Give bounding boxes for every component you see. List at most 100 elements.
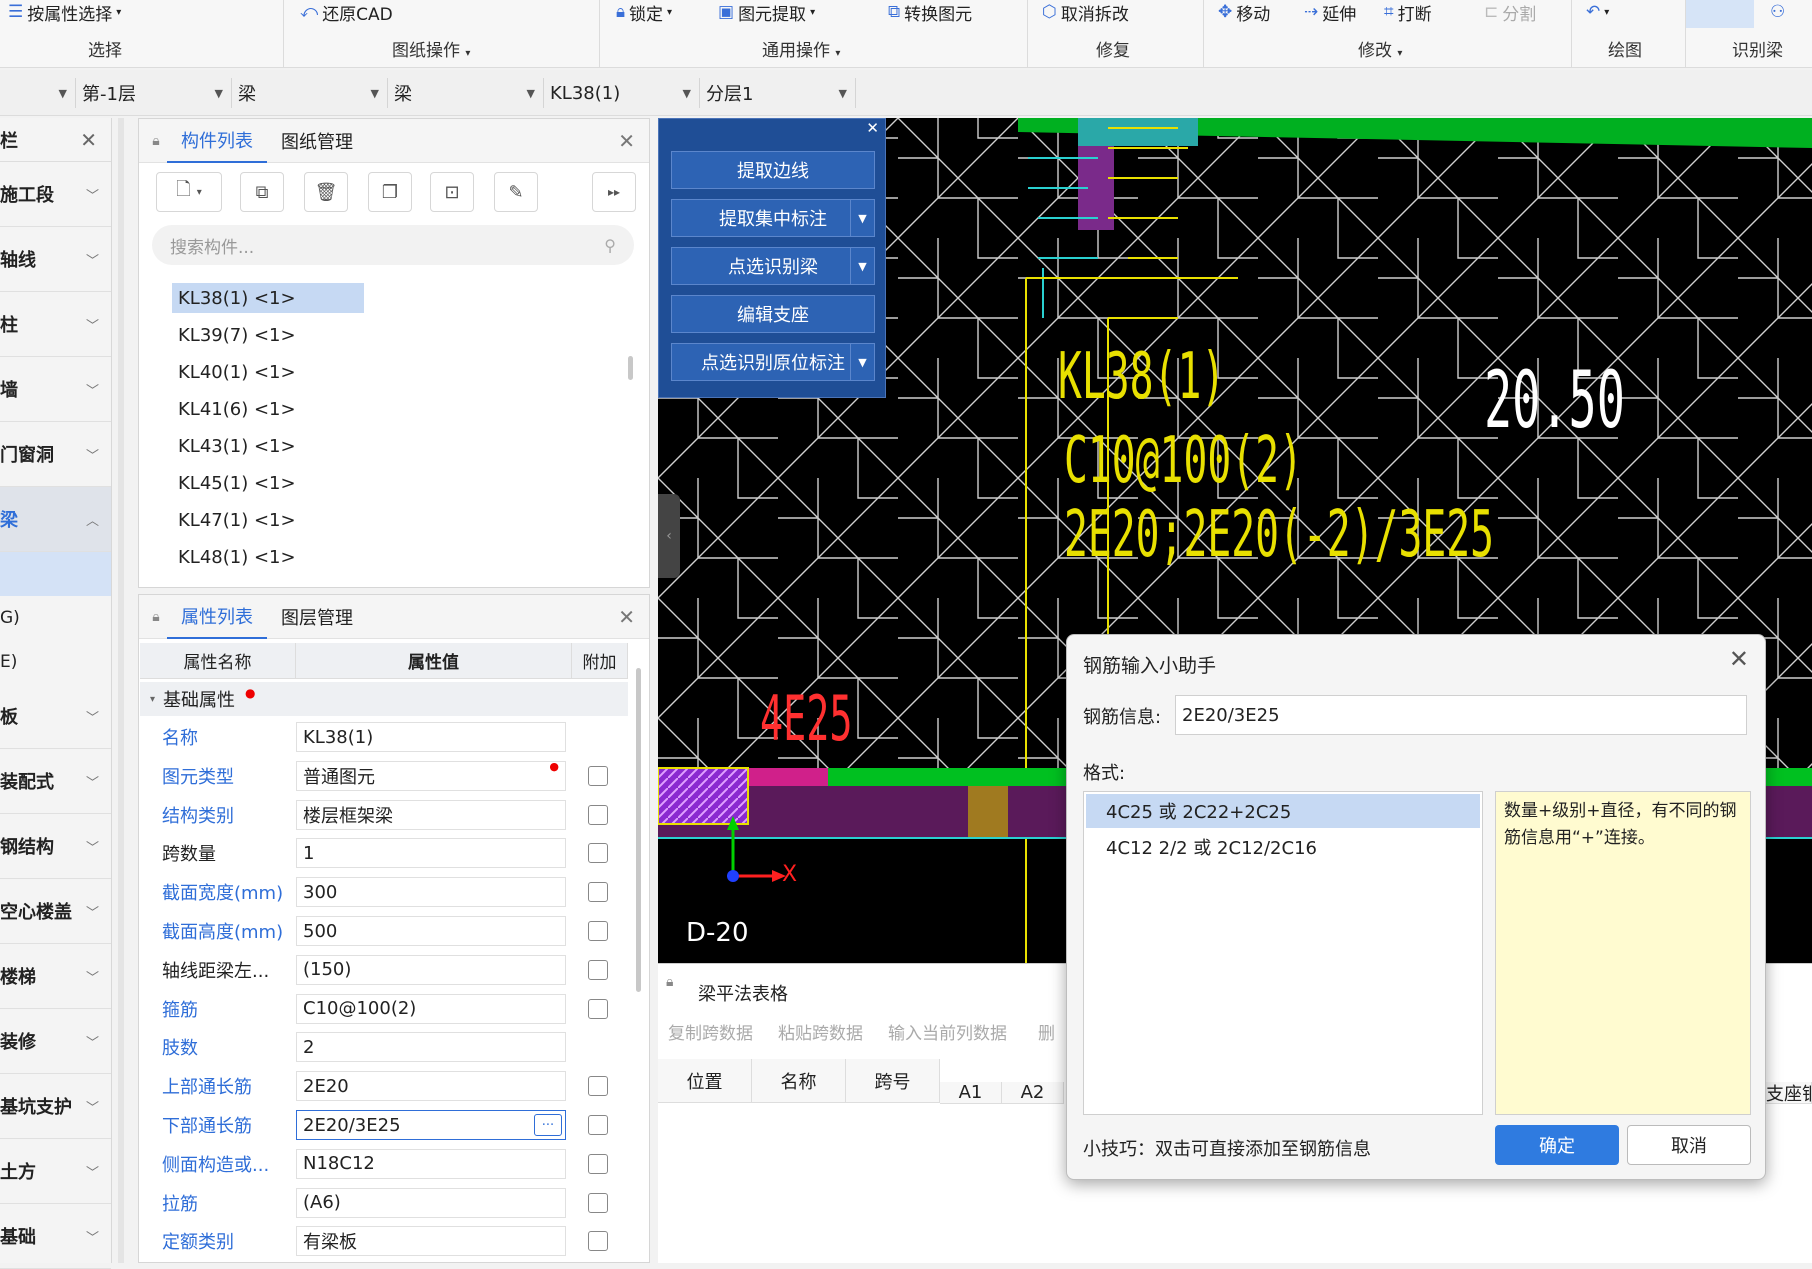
group-label-general[interactable]: 通用操作 ▾ (762, 36, 840, 61)
property-checkbox[interactable] (588, 921, 608, 941)
type-select[interactable]: 梁 ▼ (388, 78, 544, 108)
component-item[interactable]: KL43(1) <1> (172, 431, 364, 461)
more-tools-button[interactable]: ▸▸ (592, 172, 636, 212)
property-checkbox[interactable] (588, 882, 608, 903)
component-item[interactable]: KL40(1) <1> (172, 357, 364, 387)
property-checkbox[interactable] (588, 998, 608, 1019)
nav-scrollbar[interactable] (118, 118, 124, 1263)
split-button[interactable]: ⊏ 分割 (1484, 0, 1536, 25)
recognize-beam-button[interactable] (1686, 0, 1754, 28)
property-value[interactable]: 2E20/3E25 ··· (296, 1110, 566, 1140)
group-label-drawing[interactable]: 图纸操作 ▾ (392, 36, 470, 61)
close-icon[interactable]: ✕ (1729, 645, 1749, 673)
property-value[interactable]: KL38(1) (296, 722, 566, 752)
component-item[interactable]: KL41(6) <1> (172, 394, 364, 424)
property-value[interactable]: 楼层框架梁 (296, 799, 566, 830)
delete-component-button[interactable]: 🗑︎ (304, 172, 348, 212)
layer-select[interactable]: 分层1 ▼ (700, 78, 856, 108)
property-value[interactable]: C10@100(2) (296, 993, 566, 1024)
floor-select[interactable]: 第-1层 ▼ (76, 78, 232, 108)
nav-item-pit-support[interactable]: 基坑支护 ﹀ (0, 1074, 111, 1139)
cancel-button[interactable]: 取消 (1627, 1125, 1751, 1165)
extend-button[interactable]: ⇢ 延伸 (1304, 0, 1356, 25)
member-select[interactable]: KL38(1) ▼ (544, 78, 700, 108)
collapse-panel-handle[interactable]: ‹ (658, 494, 680, 578)
component-item[interactable]: KL38(1) <1> (172, 283, 364, 313)
nav-item-beam[interactable]: 梁 ︿ (0, 487, 111, 552)
nav-item-prefab[interactable]: 装配式 ﹀ (0, 749, 111, 814)
pick-recognize-inplace-label-button[interactable]: 点选识别原位标注 ▼ (671, 343, 875, 381)
property-value[interactable]: 普通图元 ● (296, 760, 566, 791)
break-button[interactable]: ⌗ 打断 (1384, 0, 1432, 25)
property-value[interactable]: (A6) (296, 1187, 566, 1218)
nav-subitem-selected[interactable] (0, 552, 111, 596)
property-checkbox[interactable] (588, 1076, 608, 1097)
nav-item-construction-stage[interactable]: 施工段 ﹀ (0, 162, 111, 227)
property-group-basic[interactable]: ▾ 基础属性 ● (140, 682, 628, 716)
property-checkbox[interactable] (588, 959, 608, 980)
input-column-data-button[interactable]: 输入当前列数据 (888, 1019, 1007, 1044)
nav-item-stairs[interactable]: 楼梯 ﹀ (0, 944, 111, 1009)
search-input[interactable]: 搜索构件... ⚲ (152, 225, 634, 265)
component-item[interactable]: KL48(1) <1> (172, 542, 364, 572)
nav-item-steel[interactable]: 钢结构 ﹀ (0, 814, 111, 879)
copy-component-button[interactable]: ⧉ (240, 172, 284, 212)
copy-span-data-button[interactable]: 复制跨数据 (668, 1019, 753, 1044)
component-item[interactable]: KL45(1) <1> (172, 468, 364, 498)
nav-item-decoration[interactable]: 装修 ﹀ (0, 1009, 111, 1074)
group-label-modify[interactable]: 修改 ▾ (1358, 36, 1402, 61)
lock-button[interactable]: 🔒︎ 锁定 ▾ (616, 0, 672, 25)
property-value[interactable]: N18C12 (296, 1148, 566, 1179)
extract-centralized-label-button[interactable]: 提取集中标注 ▼ (671, 199, 875, 237)
close-icon[interactable]: ✕ (618, 129, 635, 153)
property-value[interactable]: (150) (296, 954, 566, 985)
property-checkbox[interactable] (588, 1231, 608, 1252)
close-icon[interactable]: ✕ (618, 605, 635, 629)
dropdown-arrow-icon[interactable]: ▼ (850, 344, 874, 380)
save-component-button[interactable]: ⊡ (430, 172, 474, 212)
tab-drawing-manage[interactable]: 图纸管理 (267, 119, 367, 163)
nav-item-column[interactable]: 柱 ﹀ (0, 292, 111, 357)
property-checkbox[interactable] (588, 765, 608, 786)
pin-icon[interactable]: 🔒︎ (666, 974, 673, 990)
list-scrollbar[interactable] (628, 356, 633, 380)
nav-item-earthwork[interactable]: 土方 ﹀ (0, 1139, 111, 1204)
property-value[interactable]: 2E20 (296, 1071, 566, 1102)
component-item[interactable]: KL47(1) <1> (172, 505, 364, 535)
dropdown-arrow-icon[interactable]: ▼ (850, 200, 874, 236)
select-by-property-button[interactable]: ☰ 按属性选择 ▾ (8, 0, 121, 25)
format-option[interactable]: 4C25 或 2C22+2C25 (1086, 794, 1480, 828)
properties-scrollbar[interactable] (636, 668, 641, 992)
format-option[interactable]: 4C12 2/2 或 2C12/2C16 (1086, 830, 1480, 864)
rebar-info-input[interactable]: 2E20/3E25 (1175, 695, 1747, 735)
pin-icon[interactable]: 🔒︎ (145, 119, 167, 163)
duplicate-layer-button[interactable]: ❐ (368, 172, 412, 212)
edit-support-button[interactable]: 编辑支座 (671, 295, 875, 333)
category-select[interactable]: 梁 ▼ (232, 78, 388, 108)
nav-subitem-e[interactable]: E) (0, 640, 111, 684)
nav-item-axis[interactable]: 轴线 ﹀ (0, 227, 111, 292)
new-component-button[interactable]: 🗋︎ ▾ (156, 172, 222, 212)
property-value[interactable]: 有梁板 (296, 1226, 566, 1257)
nav-item-foundation[interactable]: 基础 ﹀ (0, 1204, 111, 1269)
property-value[interactable]: 300 (296, 877, 566, 908)
close-icon[interactable]: ✕ (866, 119, 879, 137)
nav-item-wall[interactable]: 墙 ﹀ (0, 357, 111, 422)
convert-element-button[interactable]: ⧉ 转换图元 (888, 0, 972, 25)
edit-component-button[interactable]: ✎ (494, 172, 538, 212)
restore-cad-button[interactable]: ⤺ 还原CAD (300, 0, 393, 25)
component-item[interactable]: KL39(7) <1> (172, 320, 364, 350)
pick-recognize-beam-button[interactable]: 点选识别梁 ▼ (671, 247, 875, 285)
property-checkbox[interactable] (588, 1115, 608, 1135)
tab-layer-manage[interactable]: 图层管理 (267, 595, 367, 639)
property-value[interactable]: 500 (296, 916, 566, 946)
tab-component-list[interactable]: 构件列表 (167, 119, 267, 163)
move-button[interactable]: ✥ 移动 (1218, 0, 1270, 25)
paste-span-data-button[interactable]: 粘贴跨数据 (778, 1019, 863, 1044)
extract-edge-button[interactable]: 提取边线 (671, 151, 875, 189)
more-options-button[interactable]: ··· (534, 1114, 562, 1136)
recognize-tool-button[interactable]: ⚇ (1770, 0, 1785, 24)
dropdown-arrow-icon[interactable]: ▼ (850, 248, 874, 284)
property-checkbox[interactable] (588, 843, 608, 864)
property-value[interactable]: 2 (296, 1032, 566, 1063)
